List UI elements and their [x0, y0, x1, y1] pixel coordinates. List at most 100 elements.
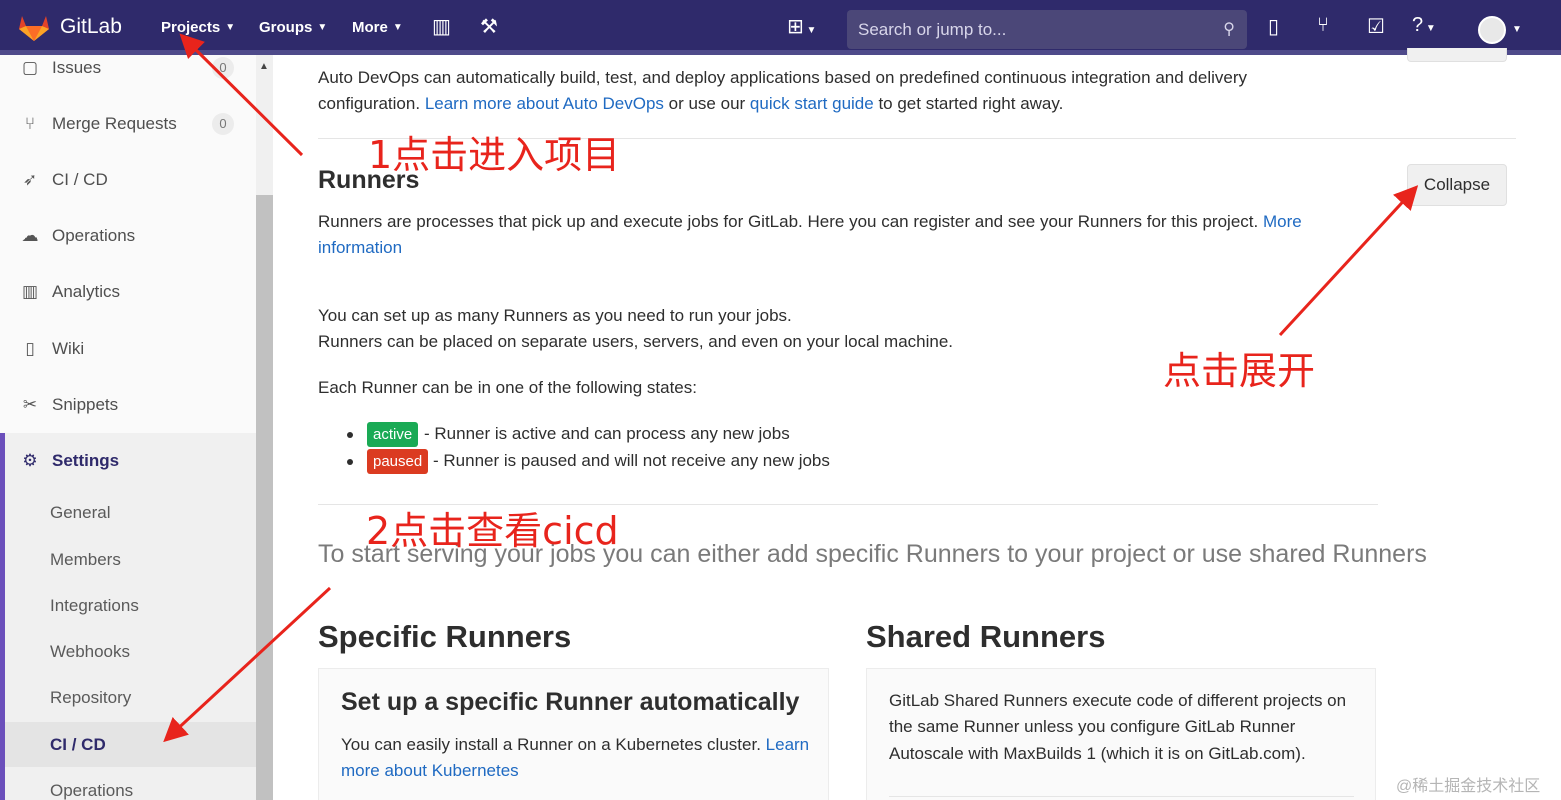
- runners-states-intro: Each Runner can be in one of the followi…: [318, 378, 697, 397]
- annotation-expand: 点击展开: [1163, 349, 1316, 393]
- specific-panel-text-cont: more about Kubernetes: [341, 758, 519, 784]
- sidebar-item-merge-requests[interactable]: ⑂ Merge Requests: [20, 114, 177, 134]
- specific-panel-text-span: You can easily install a Runner on a Kub…: [341, 735, 761, 754]
- shared-text-1: GitLab Shared Runners execute code of di…: [889, 691, 1347, 710]
- merge-request-icon[interactable]: ⑂: [1317, 14, 1329, 37]
- shared-runners-title: Shared Runners: [866, 619, 1106, 654]
- settings-repository[interactable]: Repository: [50, 688, 131, 708]
- runners-description-cont: information: [318, 235, 402, 261]
- nav-more[interactable]: More ▼: [352, 19, 403, 36]
- wrench-icon[interactable]: ⚒: [480, 14, 498, 39]
- sidebar-item-label: Merge Requests: [52, 114, 177, 133]
- settings-members[interactable]: Members: [50, 550, 121, 570]
- nav-projects[interactable]: Projects ▼: [161, 19, 235, 36]
- sidebar-scrollbar[interactable]: ▲: [256, 55, 273, 800]
- sidebar-item-wiki[interactable]: ▯ Wiki: [20, 339, 84, 359]
- specific-runners-title: Specific Runners: [318, 619, 572, 654]
- search-placeholder: Search or jump to...: [858, 20, 1007, 39]
- shared-text-2: the same Runner unless you configure Git…: [889, 717, 1296, 736]
- scroll-up-arrow-icon[interactable]: ▲: [259, 61, 269, 72]
- kubernetes-learn-more-link[interactable]: more about Kubernetes: [341, 761, 519, 780]
- issues-icon: ▢: [21, 58, 39, 77]
- runners-description-text: Runners are processes that pick up and e…: [318, 212, 1259, 231]
- section-divider: [889, 796, 1354, 797]
- chevron-down-icon[interactable]: ▼: [1512, 24, 1522, 35]
- sidebar-item-settings[interactable]: ⚙ Settings: [20, 451, 119, 471]
- chart-icon: ▥: [21, 282, 39, 301]
- nav-groups[interactable]: Groups ▼: [259, 19, 327, 36]
- autodevops-expand-button[interactable]: [1407, 48, 1507, 62]
- list-bullet: [347, 459, 353, 465]
- merge-requests-count-badge: 0: [212, 113, 234, 135]
- paused-state-text: - Runner is paused and will not receive …: [433, 451, 830, 470]
- active-badge: active: [367, 422, 419, 447]
- settings-general[interactable]: General: [50, 503, 110, 523]
- sidebar-item-analytics[interactable]: ▥ Analytics: [20, 282, 120, 302]
- specific-panel-title: Set up a specific Runner automatically: [341, 688, 800, 716]
- avatar[interactable]: [1478, 16, 1506, 44]
- issues-check-icon[interactable]: ☑: [1367, 14, 1385, 39]
- shared-text-3: Autoscale with MaxBuilds 1 (which it is …: [889, 744, 1306, 763]
- gitlab-tanuki-icon: [19, 16, 49, 41]
- sidebar-item-label: Snippets: [52, 395, 119, 414]
- gear-icon: ⚙: [22, 451, 38, 470]
- sidebar-item-label: Settings: [52, 451, 120, 470]
- more-information-link-cont[interactable]: information: [318, 238, 402, 257]
- settings-integrations[interactable]: Integrations: [50, 596, 139, 616]
- specific-panel-text: You can easily install a Runner on a Kub…: [341, 732, 821, 758]
- chart-bar-icon[interactable]: ▥: [432, 14, 451, 39]
- quick-start-guide-link[interactable]: quick start guide: [750, 94, 874, 113]
- runners-line-2: Runners can be placed on separate users,…: [318, 332, 954, 351]
- sidebar-item-issues[interactable]: ▢ Issues: [20, 58, 101, 78]
- active-subitem-highlight: [5, 722, 256, 767]
- settings-cicd[interactable]: CI / CD: [50, 735, 106, 755]
- annotation-step2: 2点击查看cicd: [366, 509, 619, 553]
- sidebar-item-operations[interactable]: ☁ Operations: [20, 226, 136, 246]
- nav-more-label: More: [352, 19, 388, 36]
- autodevops-text: configuration.: [318, 94, 421, 113]
- todo-icon[interactable]: ▯: [1268, 14, 1279, 39]
- active-state-text: - Runner is active and can process any n…: [424, 424, 790, 443]
- paused-badge: paused: [367, 449, 429, 474]
- search-input[interactable]: Search or jump to... ⚲: [847, 10, 1247, 49]
- sidebar-item-label: Operations: [52, 226, 136, 245]
- runners-line-1: You can set up as many Runners as you ne…: [318, 306, 792, 325]
- top-navbar: GitLab Projects ▼ Groups ▼ More ▼ ▥ ⚒ ⊞ ▼ S…: [0, 0, 1561, 55]
- settings-webhooks[interactable]: Webhooks: [50, 642, 130, 662]
- more-information-link[interactable]: More: [1263, 212, 1302, 231]
- sidebar-item-label: Wiki: [52, 339, 85, 358]
- nav-projects-label: Projects: [161, 19, 221, 36]
- watermark: @稀土掘金技术社区: [1396, 778, 1541, 795]
- gitlab-logo[interactable]: GitLab: [18, 12, 122, 42]
- plus-square-icon[interactable]: ⊞ ▼: [787, 14, 816, 39]
- annotation-step1: 1点击进入项目: [368, 133, 621, 177]
- merge-request-icon: ⑂: [24, 114, 36, 133]
- list-bullet: [347, 432, 353, 438]
- sidebar-item-snippets[interactable]: ✂ Snippets: [20, 395, 118, 415]
- book-icon: ▯: [25, 339, 35, 358]
- collapse-button[interactable]: Collapse: [1407, 164, 1507, 206]
- autodevops-text-line2: configuration. Learn more about Auto Dev…: [318, 91, 1063, 117]
- rocket-icon: ➶: [22, 170, 38, 189]
- scissors-icon: ✂: [22, 395, 38, 414]
- cloud-gear-icon: ☁: [21, 226, 39, 245]
- chevron-down-icon: ▼: [225, 22, 236, 33]
- issues-count-badge: 0: [212, 57, 234, 79]
- autodevops-learn-more-link[interactable]: Learn more about Auto DevOps: [425, 94, 664, 113]
- search-icon: ⚲: [1223, 21, 1235, 38]
- settings-operations[interactable]: Operations: [50, 781, 133, 800]
- sidebar-item-cicd[interactable]: ➶ CI / CD: [20, 170, 108, 190]
- scrollbar-thumb[interactable]: [256, 195, 273, 800]
- nav-groups-label: Groups: [259, 19, 313, 36]
- autodevops-text-line1: Auto DevOps can automatically build, tes…: [318, 68, 1247, 87]
- sidebar-item-label: Issues: [52, 58, 102, 77]
- chevron-down-icon: ▼: [317, 22, 328, 33]
- runners-description: Runners are processes that pick up and e…: [318, 209, 1328, 235]
- sidebar-item-label: Analytics: [52, 282, 121, 301]
- learn-link[interactable]: Learn: [766, 735, 809, 754]
- chevron-down-icon: ▼: [392, 22, 403, 33]
- autodevops-text: or use our: [668, 94, 746, 113]
- sidebar-item-label: CI / CD: [52, 170, 108, 189]
- autodevops-text: to get started right away.: [878, 94, 1064, 113]
- help-icon[interactable]: ? ▼: [1412, 14, 1436, 37]
